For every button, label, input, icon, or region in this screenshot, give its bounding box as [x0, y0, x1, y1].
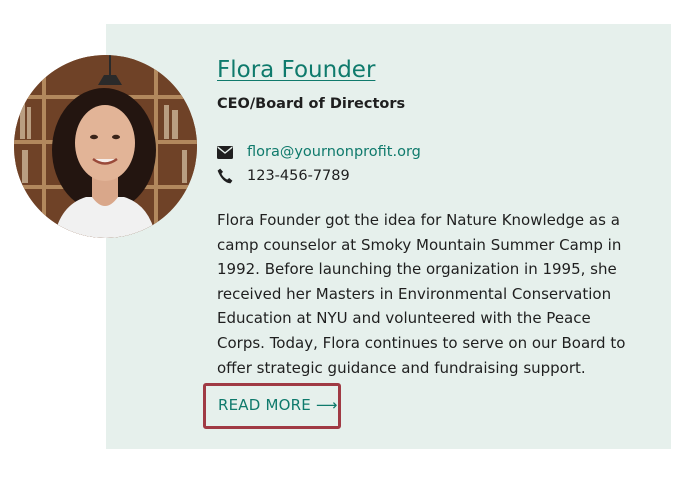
bio-line: Flora Founder got the idea for Nature Kn… [217, 211, 620, 229]
bio-line: Education at NYU and volunteered with th… [217, 309, 591, 328]
arrow-right-icon: ⟶ [315, 396, 338, 414]
bio-line: 1992. Before launching the organization … [217, 260, 617, 279]
bio-line: Corps. Today, Flora continues to serve o… [217, 333, 626, 352]
profile-role: CEO/Board of Directors [217, 96, 406, 112]
bio-line: received her Masters in Environmental Co… [217, 284, 612, 303]
read-more-label: READ MORE [218, 396, 311, 414]
email-link[interactable]: flora@yournonprofit.org [247, 144, 421, 160]
phone-icon [217, 168, 235, 184]
bio-line: camp counselor at Smoky Mountain Summer … [217, 235, 622, 254]
phone-row: 123-456-7789 [217, 166, 350, 186]
envelope-icon [217, 144, 235, 160]
profile-bio: Flora Founder got the idea for Nature Kn… [217, 208, 627, 380]
phone-number: 123-456-7789 [247, 168, 350, 184]
email-row: flora@yournonprofit.org [217, 142, 421, 162]
avatar-photo [14, 55, 197, 238]
profile-name-link[interactable]: Flora Founder [217, 57, 375, 83]
bio-line: offer strategic guidance and fundraising… [217, 358, 586, 377]
read-more-highlight: READ MORE ⟶ [203, 383, 341, 429]
avatar [14, 55, 197, 238]
read-more-link[interactable]: READ MORE ⟶ [218, 396, 338, 414]
